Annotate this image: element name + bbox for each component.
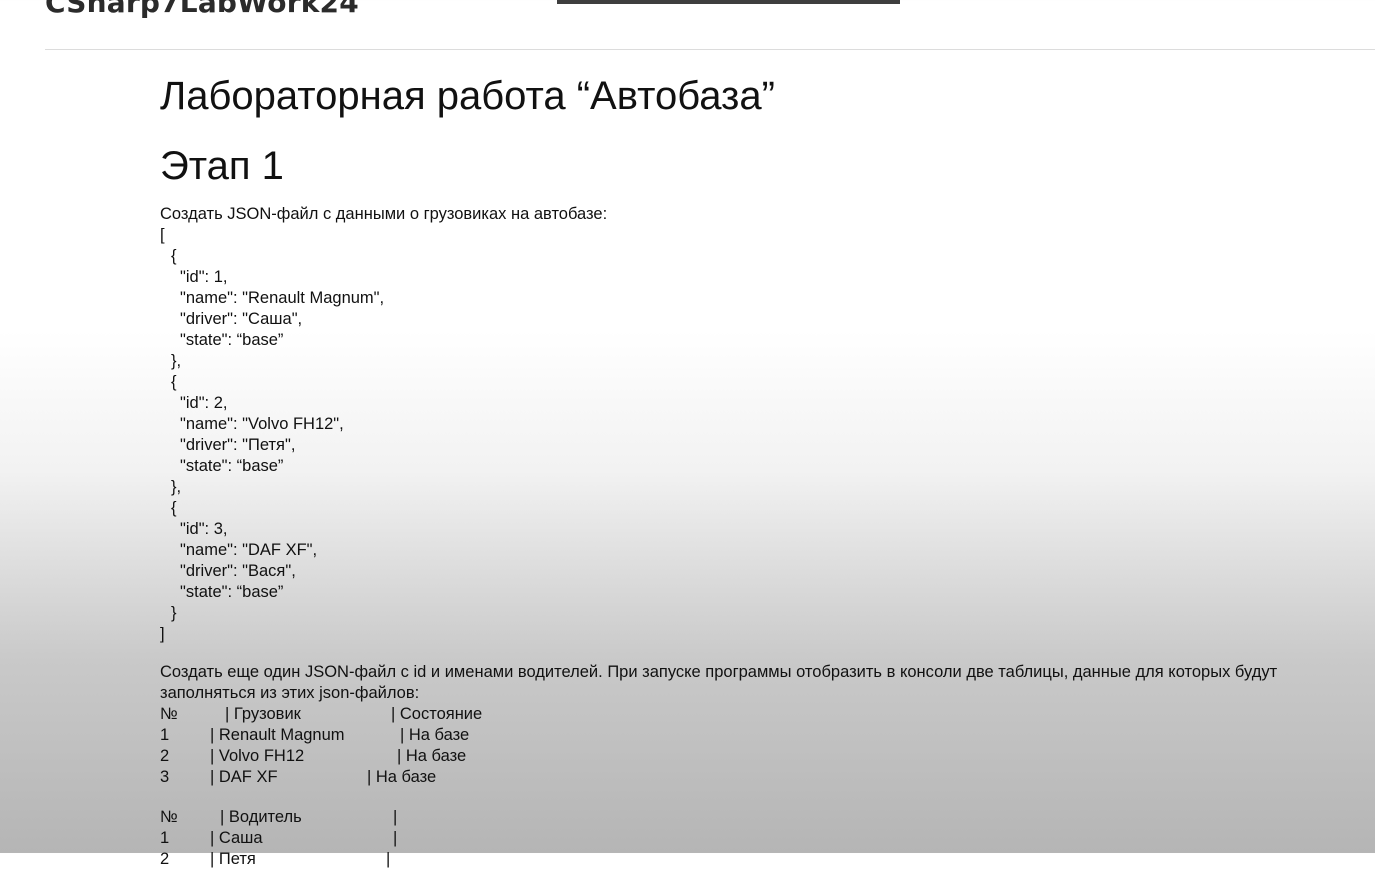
- table-cell: | Volvo FH12: [210, 747, 305, 765]
- table-row: 1 | Саша |: [160, 828, 1340, 849]
- intro-paragraph: Создать JSON-файл с данными о грузовиках…: [160, 205, 608, 223]
- table-cell: | Саша: [210, 829, 263, 847]
- table-row: 2 | Volvo FH12 | На базе: [160, 746, 1340, 767]
- table-row: 3 | DAF XF | На базе: [160, 767, 1340, 788]
- table-cell: 2: [160, 850, 170, 868]
- drivers-table: № | Водитель | 1 | Саша | 2 | Петя |: [160, 807, 1340, 870]
- table-header-cell: №: [160, 808, 178, 826]
- table-cell: 1: [160, 726, 170, 744]
- json-line: },: [171, 478, 182, 496]
- json-line: "id": 1,: [180, 268, 228, 286]
- table-cell: |: [393, 829, 398, 847]
- json-line: "id": 3,: [180, 520, 228, 538]
- table-cell: 1: [160, 829, 170, 847]
- json-line: "state": “base”: [180, 457, 284, 475]
- table-header-row: № | Водитель |: [160, 807, 1340, 828]
- json-line: }: [171, 604, 177, 622]
- app-header: CSharp7LabWork24: [0, 0, 1375, 50]
- table-cell: | DAF XF: [210, 768, 278, 786]
- instructions-paragraph: Создать еще один JSON-файл с id и именам…: [160, 663, 1278, 702]
- document-body: Лабораторная работа “Автобаза” Этап 1 Со…: [160, 70, 1340, 870]
- json-line: "state": “base”: [180, 331, 284, 349]
- json-line: {: [171, 499, 177, 517]
- json-line: "name": "Renault Magnum",: [180, 289, 385, 307]
- json-line: "driver": "Вася",: [180, 562, 296, 580]
- json-line: [: [160, 226, 165, 244]
- table-cell: | Renault Magnum: [210, 726, 345, 744]
- table-cell: | На базе: [367, 768, 437, 786]
- table-header-cell: | Состояние: [391, 705, 483, 723]
- table-header-cell: №: [160, 705, 178, 723]
- table-cell: | Петя: [210, 850, 256, 868]
- loading-bar: [557, 0, 900, 4]
- table-cell: | На базе: [397, 747, 467, 765]
- json-line: "state": “base”: [180, 583, 284, 601]
- json-line: },: [171, 352, 182, 370]
- trucks-table: № | Грузовик | Состояние 1 | Renault Mag…: [160, 704, 1340, 788]
- table-header-cell: | Водитель: [220, 808, 302, 826]
- json-line: "name": "DAF XF",: [180, 541, 318, 559]
- json-example: [ { "id": 1, "name": "Renault Magnum", "…: [160, 225, 1340, 645]
- json-line: {: [171, 373, 177, 391]
- json-line: {: [171, 247, 177, 265]
- table-header-row: № | Грузовик | Состояние: [160, 704, 1340, 725]
- json-line: ]: [160, 625, 165, 643]
- json-line: "driver": "Петя",: [180, 436, 296, 454]
- app-title: CSharp7LabWork24: [45, 0, 359, 19]
- table-row: 2 | Петя |: [160, 849, 1340, 870]
- table-cell: | На базе: [400, 726, 470, 744]
- table-header-cell: | Грузовик: [225, 705, 301, 723]
- header-divider: [45, 49, 1375, 50]
- json-line: "name": "Volvo FH12",: [180, 415, 344, 433]
- document-title: Лабораторная работа “Автобаза”: [160, 74, 775, 118]
- stage-heading: Этап 1: [160, 144, 284, 188]
- table-cell: |: [386, 850, 391, 868]
- table-row: 1 | Renault Magnum | На базе: [160, 725, 1340, 746]
- table-cell: 3: [160, 768, 170, 786]
- table-cell: 2: [160, 747, 170, 765]
- table-header-cell: |: [393, 808, 398, 826]
- json-line: "driver": "Саша",: [180, 310, 303, 328]
- json-line: "id": 2,: [180, 394, 228, 412]
